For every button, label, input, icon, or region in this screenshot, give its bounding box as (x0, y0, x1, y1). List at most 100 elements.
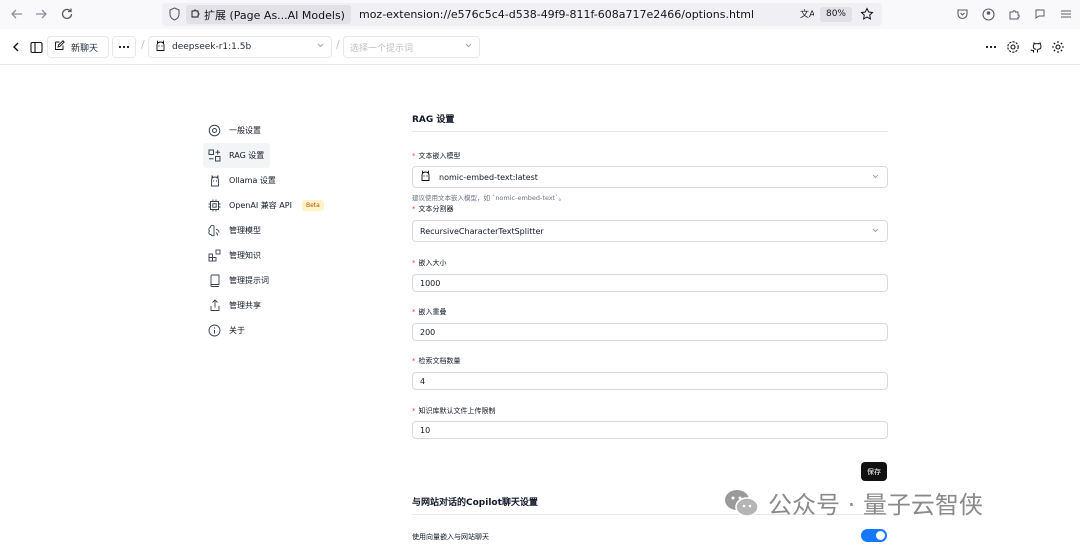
ollama-icon (155, 39, 166, 55)
splitter-label: * 文本分割器 (412, 204, 454, 214)
vector-chat-label: 使用向量嵌入与网站聊天 (412, 533, 489, 541)
github-icon[interactable] (1027, 39, 1043, 55)
splitter-select[interactable]: RecursiveCharacterTextSplitter (412, 220, 888, 242)
combine-icon (208, 149, 221, 162)
sidebar-item-label: OpenAI 兼容 API (229, 201, 292, 210)
sidebar-item-knowledge[interactable]: 管理知识 (203, 243, 353, 268)
required-mark: * (412, 205, 416, 213)
embed-model-label-text: 文本嵌入模型 (418, 152, 461, 160)
sidebar-item-openai[interactable]: OpenAI 兼容 API Beta (203, 193, 353, 218)
extensions-icon[interactable] (1006, 4, 1022, 24)
extension-name: 扩展 (Page As...AI Models) (204, 8, 345, 22)
save-button[interactable]: 保存 (861, 462, 887, 481)
watermark-text: 公众号 · 量子云智侠 (768, 491, 983, 519)
back-arrow-icon[interactable] (6, 3, 28, 25)
edit-icon (54, 40, 65, 54)
required-mark: * (412, 308, 416, 316)
model-select[interactable]: deepseek-r1:1.5b (148, 36, 332, 58)
chevron-down-icon (464, 41, 473, 53)
extension-identity-chip[interactable]: 扩展 (Page As...AI Models) (186, 5, 351, 24)
embed-model-select[interactable]: nomic-embed-text:latest (412, 166, 888, 188)
more-options-button[interactable] (112, 36, 136, 58)
chevron-down-icon (316, 41, 325, 53)
account-icon[interactable] (980, 4, 996, 24)
new-chat-button[interactable]: 新聊天 (47, 36, 109, 58)
sidebar-item-label: 关于 (229, 326, 245, 335)
bookmark-star-icon[interactable] (860, 7, 874, 24)
embed-model-hint: 建议使用文本嵌入模型，如 `nomic-embed-text`。 (412, 194, 565, 202)
cpu-icon (208, 199, 221, 212)
sidebar-item-label: 管理模型 (229, 226, 261, 235)
sidebar-item-about[interactable]: 关于 (203, 318, 353, 343)
sidebar-item-label: Ollama 设置 (229, 176, 276, 185)
sidebar-item-rag[interactable]: RAG 设置 (203, 143, 270, 168)
chat-bubble-icon[interactable] (1032, 4, 1048, 24)
share-icon (208, 299, 221, 312)
chunk-overlap-label-text: 嵌入重叠 (418, 308, 447, 316)
brain-icon (208, 224, 221, 237)
required-mark: * (412, 357, 416, 365)
splitter-label-text: 文本分割器 (418, 205, 454, 213)
separator: / (141, 38, 145, 51)
upload-limit-label: * 知识库默认文件上传限制 (412, 406, 496, 416)
settings-sidebar: 一般设置 RAG 设置 Ollama 设置 OpenAI 兼容 API Beta… (203, 118, 353, 343)
model-select-value: deepseek-r1:1.5b (172, 42, 252, 52)
sidebar-item-general[interactable]: 一般设置 (203, 118, 353, 143)
puzzle-icon (190, 8, 201, 22)
chunk-size-label: * 嵌入大小 (412, 258, 447, 268)
required-mark: * (412, 152, 416, 160)
shield-icon (168, 7, 181, 24)
svg-text:文A: 文A (800, 8, 814, 20)
chunk-overlap-label: * 嵌入重叠 (412, 307, 447, 317)
settings-icon[interactable] (1005, 39, 1021, 55)
sidebar-item-models[interactable]: 管理模型 (203, 218, 353, 243)
sidebar-item-label: 管理共享 (229, 301, 261, 310)
prompt-select-placeholder: 选择一个提示词 (350, 43, 414, 54)
chunk-size-input[interactable]: 1000 (412, 274, 888, 292)
chevron-down-icon (871, 172, 880, 183)
rag-settings-panel: RAG 设置 * 文本嵌入模型 nomic-embed-text:latest … (412, 108, 888, 542)
info-icon (208, 324, 221, 337)
required-mark: * (412, 407, 416, 415)
upload-limit-label-text: 知识库默认文件上传限制 (418, 407, 496, 415)
doc-count-input[interactable]: 4 (412, 372, 888, 390)
browser-toolbar: 扩展 (Page As...AI Models) moz-extension:/… (0, 0, 1080, 29)
embed-model-label: * 文本嵌入模型 (412, 151, 461, 161)
translate-icon[interactable]: 文A (800, 7, 816, 24)
menu-icon[interactable] (1058, 4, 1074, 24)
sidebar-item-label: 管理提示词 (229, 276, 269, 285)
sidebar-item-label: 管理知识 (229, 251, 261, 260)
reload-icon[interactable] (56, 3, 78, 25)
vector-chat-toggle[interactable] (861, 529, 887, 542)
chevron-left-icon[interactable] (8, 39, 24, 55)
ollama-icon (420, 170, 431, 184)
sidebar-toggle-icon[interactable] (28, 39, 44, 55)
chevron-down-icon (871, 226, 880, 237)
settings-cog-icon (208, 124, 221, 137)
forward-arrow-icon[interactable] (30, 3, 52, 25)
embed-model-value: nomic-embed-text:latest (439, 172, 538, 182)
sidebar-item-label: 一般设置 (229, 126, 261, 135)
sidebar-item-ollama[interactable]: Ollama 设置 (203, 168, 353, 193)
book-icon (208, 274, 221, 287)
prompt-select[interactable]: 选择一个提示词 (343, 36, 480, 58)
sidebar-item-label: RAG 设置 (229, 151, 265, 160)
beta-badge: Beta (301, 200, 324, 211)
url-bar[interactable]: 扩展 (Page As...AI Models) moz-extension:/… (162, 3, 882, 26)
chunk-size-label-text: 嵌入大小 (418, 259, 447, 267)
sidebar-item-share[interactable]: 管理共享 (203, 293, 353, 318)
sidebar-item-prompts[interactable]: 管理提示词 (203, 268, 353, 293)
chunk-overlap-input[interactable]: 200 (412, 323, 888, 341)
gear-icon[interactable] (1050, 39, 1066, 55)
splitter-value: RecursiveCharacterTextSplitter (420, 226, 544, 236)
upload-limit-input[interactable]: 10 (412, 421, 888, 439)
url-text: moz-extension://e576c5c4-d538-49f9-811f-… (358, 8, 755, 21)
blocks-icon (208, 249, 221, 262)
new-chat-label: 新聊天 (71, 43, 99, 54)
separator: / (336, 38, 340, 51)
more-horizontal-icon[interactable] (983, 39, 999, 55)
required-mark: * (412, 259, 416, 267)
pocket-icon[interactable] (954, 4, 970, 24)
doc-count-label-text: 检索文档数量 (418, 357, 461, 365)
zoom-level[interactable]: 80% (819, 7, 852, 22)
